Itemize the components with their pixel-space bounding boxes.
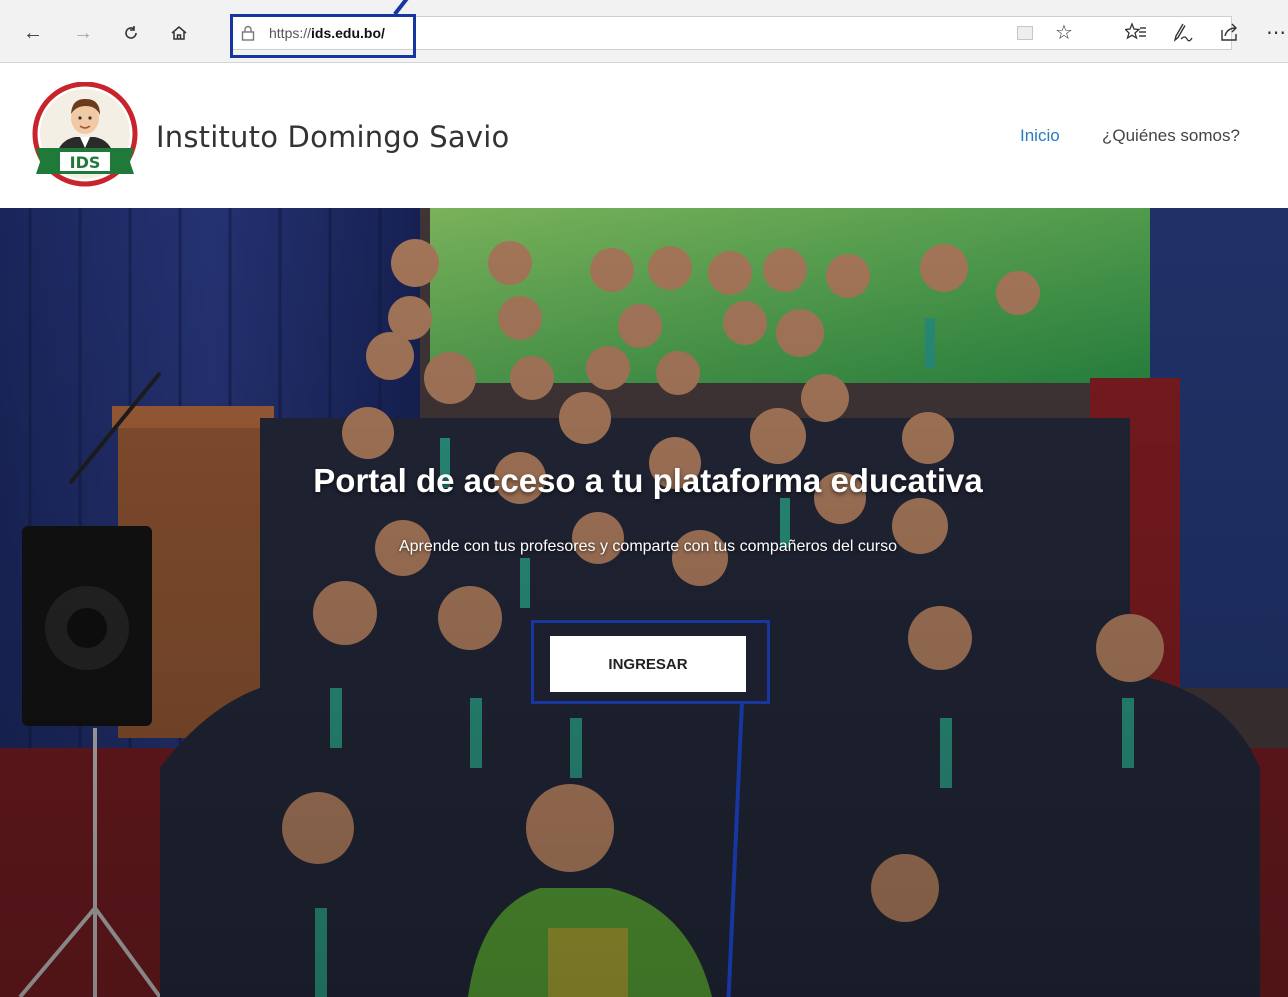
site-title[interactable]: Instituto Domingo Savio (156, 120, 509, 154)
address-bar[interactable]: https://ids.edu.bo/ ☆ (232, 16, 1232, 50)
forward-arrow-icon[interactable]: → (70, 20, 96, 46)
pen-notes-icon[interactable] (1168, 18, 1196, 46)
annotation-pointer (393, 0, 412, 16)
home-icon[interactable] (166, 20, 192, 46)
site-header: IDS Instituto Domingo Savio Inicio ¿Quié… (0, 63, 1288, 208)
hero-title: Portal de acceso a tu plataforma educati… (313, 462, 983, 499)
group-photo-background (0, 208, 1288, 997)
hero-subtitle: Aprende con tus profesores y comparte co… (398, 538, 898, 555)
refresh-icon[interactable] (118, 20, 144, 46)
nav-quienes-somos[interactable]: ¿Quiénes somos? (1102, 126, 1240, 146)
share-icon[interactable] (1216, 18, 1244, 46)
back-arrow-icon[interactable]: ← (20, 20, 46, 46)
nav-inicio[interactable]: Inicio (1020, 126, 1060, 146)
more-icon[interactable]: ⋯ (1262, 18, 1288, 46)
browser-toolbar: ← → https://ids.edu.bo/ ☆ ⋯ (0, 0, 1288, 63)
favorite-star-icon[interactable]: ☆ (1055, 20, 1073, 45)
lock-icon (241, 25, 255, 41)
url-text: https://ids.edu.bo/ (269, 25, 385, 41)
school-logo[interactable]: IDS (30, 82, 140, 188)
hero-section: Portal de acceso a tu plataforma educati… (0, 208, 1288, 997)
favorites-list-icon[interactable] (1122, 18, 1150, 46)
ingresar-button[interactable]: INGRESAR (550, 636, 746, 692)
logo-text: IDS (70, 153, 101, 172)
reading-view-icon[interactable] (1017, 26, 1033, 40)
